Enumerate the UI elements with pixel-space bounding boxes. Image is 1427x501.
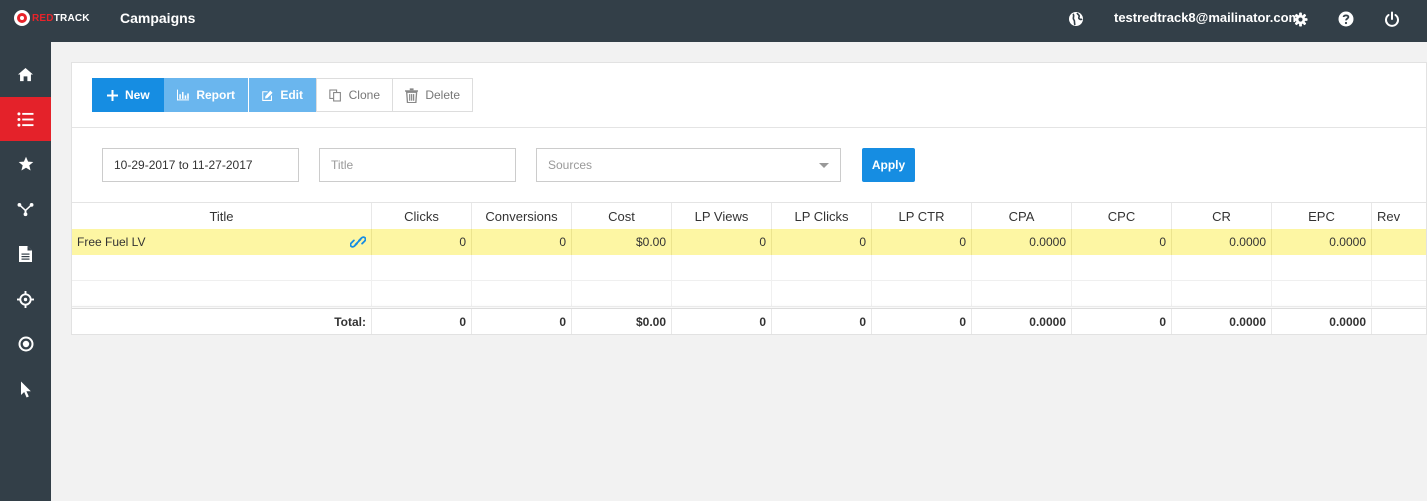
clone-button-label: Clone [348, 88, 380, 102]
cell-lp-views: 0 [672, 229, 772, 255]
gear-icon[interactable] [1291, 10, 1309, 28]
cell-lp-clicks: 0 [772, 229, 872, 255]
cell-cost: $0.00 [572, 229, 672, 255]
list-icon [17, 111, 34, 127]
cell-rev [1372, 229, 1426, 255]
sidebar-item-landings[interactable] [0, 232, 51, 276]
total-cost: $0.00 [572, 309, 672, 334]
cell-clicks: 0 [372, 229, 472, 255]
toolbar-divider [72, 127, 1426, 128]
top-bar: RED TRACK Campaigns testredtrack8@mailin… [0, 0, 1427, 42]
total-cpc: 0 [1072, 309, 1172, 334]
total-clicks: 0 [372, 309, 472, 334]
title-filter-placeholder: Title [331, 158, 354, 172]
bar-chart-icon [177, 89, 190, 101]
column-header-lp-clicks[interactable]: LP Clicks [772, 203, 872, 229]
total-epc: 0.0000 [1272, 309, 1372, 334]
page-title: Campaigns [120, 10, 196, 26]
sources-select[interactable]: Sources [536, 148, 841, 182]
sidebar [0, 42, 51, 501]
report-button[interactable]: Report [164, 78, 248, 112]
column-header-lp-views[interactable]: LP Views [672, 203, 772, 229]
date-range-value: 10-29-2017 to 11-27-2017 [114, 158, 253, 172]
document-icon [19, 246, 32, 262]
campaigns-table: Title Clicks Conversions Cost LP Views L… [72, 202, 1426, 334]
clone-icon [329, 88, 341, 102]
logo-mark [14, 10, 30, 26]
sidebar-item-targets[interactable] [0, 322, 51, 366]
toolbar: New Report Edit Clone Delete [92, 78, 473, 113]
cell-conversions: 0 [472, 229, 572, 255]
column-header-conversions[interactable]: Conversions [472, 203, 572, 229]
logo-text-red: RED [32, 12, 54, 24]
report-button-label: Report [196, 88, 235, 102]
logo[interactable]: RED TRACK [14, 10, 90, 26]
total-lp-ctr: 0 [872, 309, 972, 334]
total-cr: 0.0000 [1172, 309, 1272, 334]
column-header-cpa[interactable]: CPA [972, 203, 1072, 229]
total-conversions: 0 [472, 309, 572, 334]
date-range-input[interactable]: 10-29-2017 to 11-27-2017 [102, 148, 299, 182]
edit-button-label: Edit [280, 88, 303, 102]
new-button-label: New [125, 88, 150, 102]
apply-button-label: Apply [871, 158, 906, 172]
total-rev [1372, 309, 1426, 334]
cell-lp-ctr: 0 [872, 229, 972, 255]
star-icon [18, 156, 33, 171]
funnel-icon [17, 202, 34, 216]
cell-cpc: 0 [1072, 229, 1172, 255]
total-lp-clicks: 0 [772, 309, 872, 334]
table-header: Title Clicks Conversions Cost LP Views L… [72, 203, 1426, 229]
sources-select-placeholder: Sources [548, 158, 593, 172]
chevron-down-icon [819, 162, 829, 168]
plus-icon [107, 89, 118, 101]
target-icon [18, 336, 33, 352]
column-header-clicks[interactable]: Clicks [372, 203, 472, 229]
column-header-cost[interactable]: Cost [572, 203, 672, 229]
trash-icon [405, 87, 419, 103]
column-header-cpc[interactable]: CPC [1072, 203, 1172, 229]
sidebar-item-sources[interactable] [0, 277, 51, 321]
table-totals-row: Total: 0 0 $0.00 0 0 0 0.0000 0 0.0000 0… [72, 308, 1426, 334]
sidebar-item-funnels[interactable] [0, 187, 51, 231]
help-icon[interactable] [1337, 10, 1355, 28]
column-header-epc[interactable]: EPC [1272, 203, 1372, 229]
user-email[interactable]: testredtrack8@mailinator.com [1114, 10, 1300, 25]
clone-button[interactable]: Clone [316, 78, 393, 112]
crosshair-icon [17, 290, 34, 308]
sidebar-item-campaigns[interactable] [0, 97, 51, 141]
cell-epc: 0.0000 [1272, 229, 1372, 255]
sidebar-item-offers[interactable] [0, 142, 51, 186]
edit-button[interactable]: Edit [249, 78, 316, 112]
power-icon[interactable] [1383, 10, 1401, 28]
new-button[interactable]: New [92, 78, 164, 112]
column-header-cr[interactable]: CR [1172, 203, 1272, 229]
globe-icon[interactable] [1067, 10, 1085, 28]
empty-row [72, 281, 1426, 307]
home-icon [18, 67, 33, 81]
campaigns-panel: New Report Edit Clone Delete 10-29-2017 … [71, 62, 1427, 335]
table-row[interactable]: Free Fuel LV 0 0 $0.00 0 0 0 0.0000 0 0.… [72, 229, 1426, 255]
column-header-title[interactable]: Title [72, 203, 372, 229]
pointer-icon [20, 381, 31, 397]
column-header-rev[interactable]: Rev [1372, 203, 1426, 229]
delete-button-label: Delete [425, 88, 460, 102]
campaign-title[interactable]: Free Fuel LV [77, 235, 145, 249]
delete-button[interactable]: Delete [393, 78, 473, 112]
sidebar-item-home[interactable] [0, 52, 51, 96]
cell-cpa: 0.0000 [972, 229, 1072, 255]
link-icon[interactable] [350, 234, 366, 250]
sidebar-item-clicks[interactable] [0, 367, 51, 411]
empty-row [72, 255, 1426, 281]
total-cpa: 0.0000 [972, 309, 1072, 334]
totals-label: Total: [72, 309, 372, 334]
edit-icon [262, 90, 273, 101]
logo-text-white: TRACK [53, 12, 90, 24]
total-lp-views: 0 [672, 309, 772, 334]
title-filter-input[interactable]: Title [319, 148, 516, 182]
cell-title[interactable]: Free Fuel LV [72, 229, 372, 255]
column-header-lp-ctr[interactable]: LP CTR [872, 203, 972, 229]
apply-button[interactable]: Apply [862, 148, 915, 182]
cell-cr: 0.0000 [1172, 229, 1272, 255]
